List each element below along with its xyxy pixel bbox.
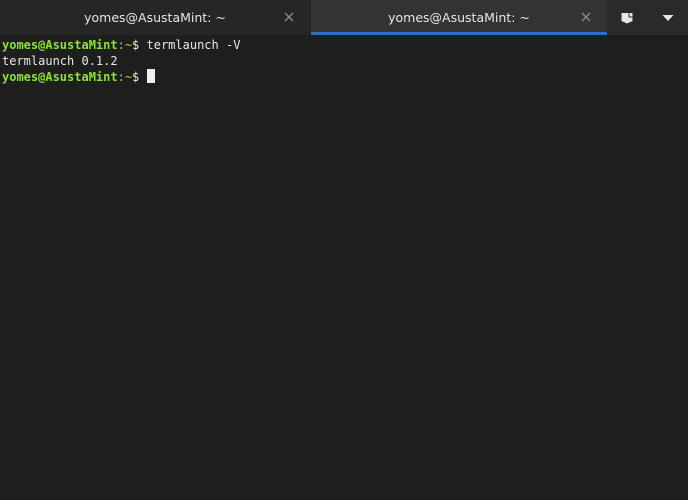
- chevron-down-icon[interactable]: [654, 5, 682, 31]
- terminal-line: yomes@AsustaMint:~$ termlaunch -V: [2, 37, 674, 53]
- prompt-symbol: $: [132, 70, 147, 84]
- text-cursor: [146, 69, 155, 83]
- new-tab-icon[interactable]: [613, 5, 641, 31]
- terminal-output[interactable]: yomes@AsustaMint:~$ termlaunch -V termla…: [0, 35, 674, 500]
- tab-1[interactable]: yomes@AsustaMint: ~: [0, 0, 311, 35]
- prompt-path: :~: [117, 38, 133, 52]
- command-output: termlaunch 0.1.2: [2, 54, 118, 68]
- prompt-path: :~: [117, 70, 133, 84]
- tab-actions: [607, 0, 688, 35]
- prompt-user-host: yomes@AsustaMint: [2, 38, 118, 52]
- prompt-user-host: yomes@AsustaMint: [2, 70, 118, 84]
- tab-1-label: yomes@AsustaMint: ~: [84, 10, 226, 25]
- command-text: termlaunch -V: [146, 38, 241, 52]
- terminal-line: yomes@AsustaMint:~$: [2, 69, 674, 85]
- tab-bar: yomes@AsustaMint: ~ yomes@AsustaMint: ~: [0, 0, 688, 35]
- tab-2-label: yomes@AsustaMint: ~: [388, 10, 530, 25]
- terminal-line: termlaunch 0.1.2: [2, 53, 674, 69]
- close-icon[interactable]: [282, 10, 296, 24]
- terminal-window: yomes@AsustaMint: ~ yomes@AsustaMint: ~: [0, 0, 688, 500]
- prompt-symbol: $: [132, 38, 147, 52]
- close-icon[interactable]: [579, 10, 593, 24]
- tab-2[interactable]: yomes@AsustaMint: ~: [311, 0, 607, 35]
- scrollbar[interactable]: [674, 35, 688, 500]
